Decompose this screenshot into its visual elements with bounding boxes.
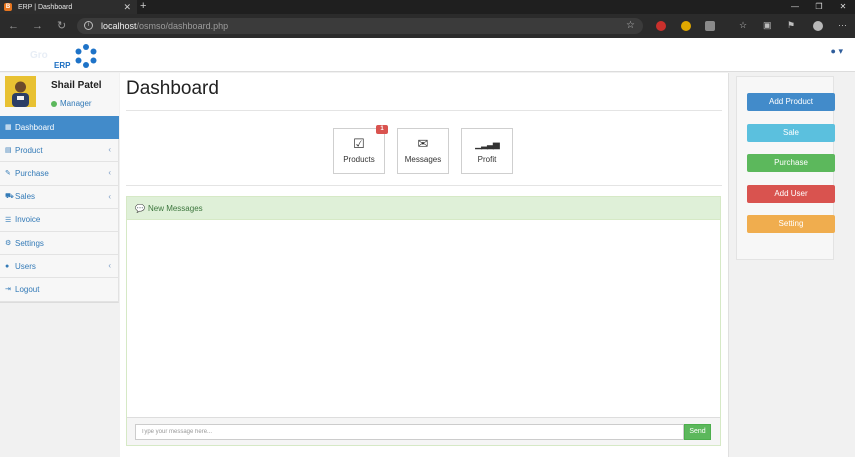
extension-icon[interactable]	[681, 21, 691, 31]
user-profile: Shail Patel Manager	[0, 73, 119, 116]
messages-panel-title: New Messages	[147, 203, 203, 213]
sidebar-item-dashboard[interactable]: ▦ Dashboard	[0, 116, 119, 140]
cart-icon: ⛟	[5, 193, 14, 201]
notification-badge: 1	[376, 125, 388, 134]
envelope-icon: ✉	[417, 136, 429, 151]
sidebar-menu: ▦ Dashboard ▤ Product ‹ ✎ Purchase ‹ ⛟ S…	[0, 116, 119, 302]
gears-icon: ⚙	[5, 240, 12, 248]
chevron-left-icon: ‹	[108, 191, 111, 201]
favorites-icon[interactable]: ☆	[739, 19, 747, 32]
chevron-left-icon: ‹	[108, 261, 111, 271]
user-icon: ●	[830, 46, 836, 56]
extension-icon[interactable]	[705, 21, 715, 31]
sidebar-item-settings[interactable]: ⚙ Settings	[0, 232, 119, 256]
message-input[interactable]	[135, 424, 684, 440]
profile-avatar-icon[interactable]	[813, 21, 823, 31]
feedback-icon[interactable]: ⚑	[787, 19, 795, 32]
check-square-icon: ☑	[353, 136, 365, 151]
site-info-icon[interactable]: i	[84, 21, 93, 30]
setting-button[interactable]: Setting	[747, 215, 835, 233]
menu-dots-icon[interactable]: ⋯	[838, 19, 847, 32]
list-icon: ▤	[5, 147, 12, 155]
reload-icon[interactable]: ↻	[57, 19, 66, 33]
user-name: Shail Patel	[51, 80, 102, 91]
pencil-icon: ✎	[5, 170, 11, 178]
sidebar-item-sales[interactable]: ⛟ Sales ‹	[0, 186, 119, 209]
sidebar-item-product[interactable]: ▤ Product ‹	[0, 139, 119, 163]
sidebar-item-purchase[interactable]: ✎ Purchase ‹	[0, 162, 119, 186]
messages-panel-header: 💬 New Messages	[127, 197, 720, 220]
tab-favicon-icon: B	[4, 3, 12, 11]
sign-out-icon: ⇥	[5, 286, 11, 294]
chevron-left-icon: ‹	[108, 145, 111, 155]
online-status-icon	[51, 101, 57, 107]
tab-title: ERP | Dashboard	[18, 3, 73, 11]
user-dropdown[interactable]: ● ▾	[831, 46, 843, 57]
page-title: Dashboard	[126, 78, 219, 99]
tab-close-icon[interactable]: ✕	[123, 1, 131, 13]
sale-button[interactable]: Sale	[747, 124, 835, 142]
tile-products[interactable]: ☑ Products 1	[333, 125, 388, 174]
browser-tab-bar: B ERP | Dashboard ✕ + — ❐ ✕	[0, 0, 855, 14]
tile-messages[interactable]: ✉ Messages	[397, 128, 449, 174]
list-icon: ☰	[5, 216, 12, 224]
divider	[126, 110, 722, 111]
add-user-button[interactable]: Add User	[747, 185, 835, 203]
window-close-icon[interactable]: ✕	[836, 0, 850, 14]
forward-icon[interactable]: →	[32, 19, 43, 33]
sidebar-item-users[interactable]: ● Users ‹	[0, 255, 119, 279]
browser-tab[interactable]: B ERP | Dashboard ✕	[0, 0, 137, 14]
tile-profit[interactable]: ▁▂▃▅ Profit	[461, 128, 513, 174]
minimize-icon[interactable]: —	[788, 0, 802, 14]
sidebar-item-invoice[interactable]: ☰ Invoice	[0, 209, 119, 232]
bookmark-star-icon[interactable]: ☆	[626, 19, 635, 32]
user-icon: ●	[5, 262, 10, 270]
top-navbar: Gro ERP ● ▾	[0, 38, 855, 72]
logo-flower-icon	[75, 44, 97, 68]
chevron-down-icon: ▾	[838, 46, 843, 56]
sidebar-item-logout[interactable]: ⇥ Logout	[0, 278, 119, 302]
signal-icon: ▁▂▃▅	[475, 139, 500, 149]
maximize-icon[interactable]: ❐	[812, 0, 826, 14]
back-icon[interactable]: ←	[8, 19, 19, 33]
divider	[126, 185, 722, 186]
collections-icon[interactable]: ▣	[763, 19, 772, 32]
chevron-left-icon: ‹	[108, 168, 111, 178]
tile-label: Products	[343, 155, 375, 164]
avatar	[5, 76, 36, 107]
page: Gro ERP ● ▾ Shail Patel Manager ▦ Dashbo…	[0, 38, 855, 457]
tile-label: Profit	[477, 155, 497, 164]
send-button[interactable]: Send	[684, 424, 711, 440]
url-field[interactable]: i localhost/osmso/dashboard.php ☆	[77, 18, 643, 34]
messages-panel: 💬 New Messages Send	[126, 196, 721, 446]
new-tab-button[interactable]: +	[140, 0, 146, 13]
url-text: localhost/osmso/dashboard.php	[101, 21, 229, 31]
quick-actions-panel: Add Product Sale Purchase Add User Setti…	[736, 76, 835, 260]
browser-address-bar: ← → ↻ i localhost/osmso/dashboard.php ☆ …	[0, 14, 855, 38]
main-content: Dashboard ☑ Products 1 ✉ Messages ▁▂▃▅ P…	[120, 73, 728, 457]
sidebar: Shail Patel Manager ▦ Dashboard ▤ Produc…	[0, 73, 119, 303]
table-icon: ▦	[5, 124, 12, 132]
purchase-button[interactable]: Purchase	[747, 154, 835, 172]
add-product-button[interactable]: Add Product	[747, 93, 835, 111]
messages-panel-footer: Send	[127, 417, 720, 445]
comment-icon: 💬	[135, 203, 145, 213]
brand-logo[interactable]: Gro ERP	[28, 42, 108, 70]
user-role: Manager	[60, 99, 92, 108]
tile-label: Messages	[404, 155, 442, 164]
extension-icon[interactable]	[656, 21, 666, 31]
